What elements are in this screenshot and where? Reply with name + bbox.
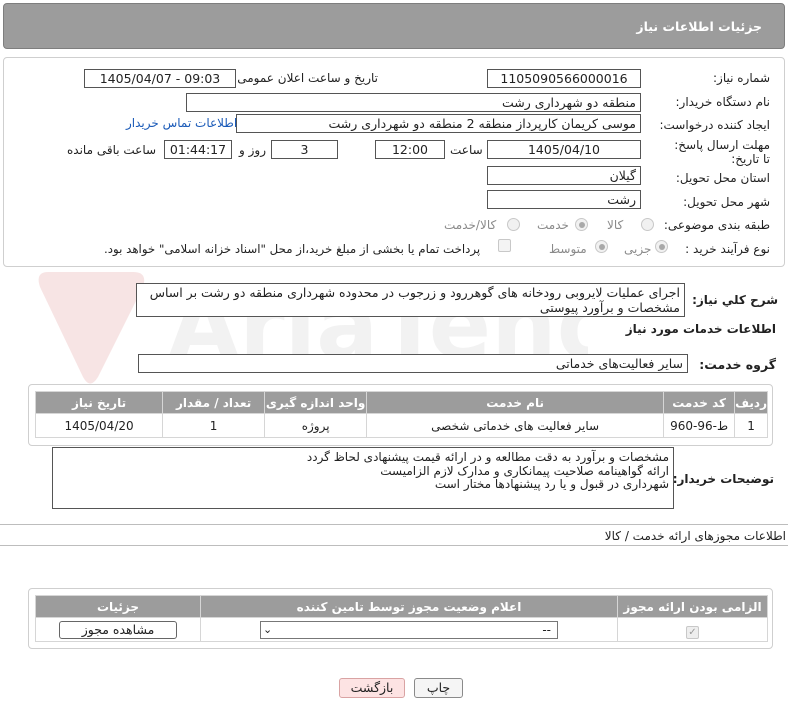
col-permit-required: الزامی بودن ارائه مجوز (617, 595, 768, 618)
creator-label: ایجاد کننده درخواست: (659, 118, 770, 132)
category-goods-service-label: کالا/خدمت (444, 218, 497, 232)
table-row: ✓ -- ⌄ مشاهده مجوز (35, 617, 768, 642)
province-label: استان محل تحویل: (675, 171, 770, 185)
need-number-field: 1105090566000016 (487, 69, 641, 88)
col-permit-details: جزئیات (35, 595, 201, 618)
process-medium-label: متوسط (549, 242, 587, 256)
permits-table: الزامی بودن ارائه مجوز اعلام وضعیت مجوز … (35, 595, 768, 642)
city-label: شهر محل تحویل: (683, 195, 770, 209)
creator-field: موسی کریمان کارپرداز منطقه 2 منطقه دو شه… (236, 114, 641, 133)
province-field: گیلان (487, 166, 641, 185)
city-field: رشت (487, 190, 641, 209)
chevron-down-icon: ⌄ (263, 622, 273, 636)
buyer-contact-link[interactable]: اطلاعات تماس خریدار (126, 116, 237, 130)
category-goods-radio[interactable] (641, 218, 654, 231)
permit-status-select[interactable]: -- ⌄ (260, 620, 558, 639)
buyer-note-line: ارائه گواهینامه صلاحیت پیمانکاری و مدارک… (380, 463, 669, 478)
buyer-org-field: منطقه دو شهرداری رشت (186, 93, 641, 112)
permits-table-panel: الزامی بودن ارائه مجوز اعلام وضعیت مجوز … (28, 588, 773, 649)
summary-label: شرح كلي نياز: (692, 293, 778, 307)
cell-code: ط-96-960 (663, 413, 736, 438)
need-info-panel: شماره نیاز: 1105090566000016 تاریخ و ساع… (3, 57, 785, 267)
category-goods-label: کالا (607, 218, 624, 232)
col-index: ردیف (734, 391, 768, 414)
print-button[interactable]: چاپ (414, 678, 463, 698)
process-medium-radio[interactable] (595, 240, 608, 253)
treasury-payment-checkbox[interactable] (498, 239, 511, 252)
remaining-label: ساعت باقی مانده (67, 143, 157, 157)
permits-section-title: اطلاعات مجوزهای ارائه خدمت / کالا (604, 529, 786, 543)
need-number-label: شماره نیاز: (713, 71, 770, 85)
deadline-label: مهلت ارسال پاسخ: تا تاریخ: (674, 138, 770, 166)
buyer-org-label: نام دستگاه خریدار: (675, 95, 771, 109)
process-label: نوع فرآیند خرید : (685, 242, 770, 256)
cell-date: 1405/04/20 (34, 413, 164, 438)
col-name: نام خدمت (366, 391, 665, 414)
remaining-time-field: 01:44:17 (164, 140, 232, 159)
days-field: 3 (271, 140, 338, 159)
divider (0, 524, 788, 525)
announce-datetime-label: تاریخ و ساعت اعلان عمومی: (233, 71, 378, 85)
service-group-label: گروه خدمت: (699, 357, 776, 372)
services-table: ردیف کد خدمت نام خدمت واحد اندازه گیری ت… (34, 391, 768, 438)
back-button[interactable]: بازگشت (339, 678, 405, 698)
cell-unit: پروژه (264, 413, 368, 438)
category-service-label: خدمت (537, 218, 569, 232)
deadline-time-field: 12:00 (375, 140, 445, 159)
cell-index: 1 (734, 413, 768, 438)
buyer-note-line: مشخصات و برآورد به دقت مطالعه و در ارائه… (306, 450, 669, 464)
service-group-field: سایر فعالیت‌های خدماتی (138, 354, 688, 373)
page-title: جزئیات اطلاعات نیاز (636, 19, 762, 34)
col-qty: تعداد / مقدار (162, 391, 266, 414)
hour-label: ساعت (450, 143, 483, 157)
cell-name: سایر فعالیت های خدماتی شخصی (366, 413, 665, 438)
col-unit: واحد اندازه گیری (264, 391, 368, 414)
table-row: 1 ط-96-960 سایر فعالیت های خدماتی شخصی پ… (34, 413, 768, 438)
category-label: طبقه بندی موضوعی: (663, 218, 770, 232)
view-permit-button[interactable]: مشاهده مجوز (59, 620, 177, 639)
divider (0, 545, 788, 546)
category-goods-service-radio[interactable] (507, 218, 520, 231)
watermark-logo-icon (38, 272, 145, 384)
category-service-radio[interactable] (575, 218, 588, 231)
treasury-payment-note: پرداخت تمام یا بخشی از مبلغ خرید،از محل … (104, 242, 481, 256)
buyer-notes-label: توضیحات خریدار: (672, 472, 774, 486)
process-minor-radio[interactable] (655, 240, 668, 253)
buyer-notes-textarea[interactable]: مشخصات و برآورد به دقت مطالعه و در ارائه… (52, 447, 674, 509)
summary-textarea[interactable]: اجرای عملیات لایروبی رودخانه های گوهررود… (136, 283, 685, 317)
announce-datetime-field: 1405/04/07 - 09:03 (84, 69, 236, 88)
col-code: کد خدمت (663, 391, 736, 414)
cell-qty: 1 (162, 413, 266, 438)
permit-required-checkbox: ✓ (686, 626, 699, 639)
page-header: جزئیات اطلاعات نیاز (3, 3, 785, 49)
process-minor-label: جزیی (624, 242, 652, 256)
col-date: تاریخ نیاز (34, 391, 164, 414)
col-permit-status: اعلام وضعیت مجوز توسط تامین کننده (200, 595, 618, 618)
day-label: روز و (239, 143, 266, 157)
permit-status-value: -- (542, 622, 551, 637)
buyer-note-line: شهرداری در قبول و یا رد پیشنهادها مختار … (434, 477, 669, 491)
deadline-date-field: 1405/04/10 (487, 140, 641, 159)
services-section-title: اطلاعات خدمات مورد نیاز (625, 322, 776, 336)
services-table-panel: ردیف کد خدمت نام خدمت واحد اندازه گیری ت… (28, 384, 773, 446)
